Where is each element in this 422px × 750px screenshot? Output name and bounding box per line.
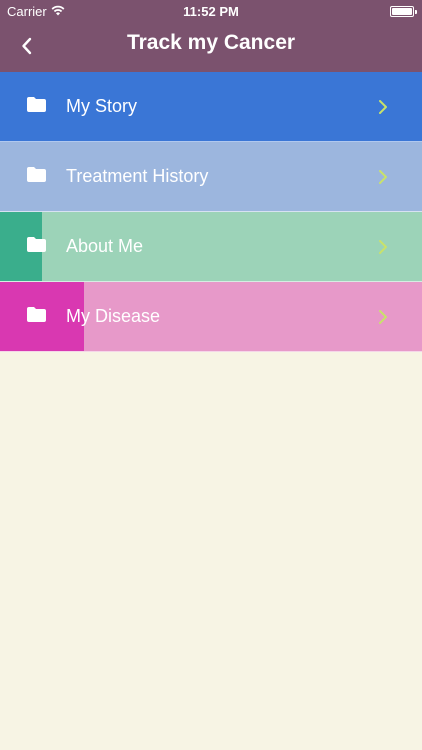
status-time: 11:52 PM <box>183 4 239 19</box>
menu-item-label: Treatment History <box>66 166 209 186</box>
menu-item-label: My Disease <box>66 306 161 326</box>
row-accent-bar <box>0 142 422 211</box>
chevron-right-icon <box>379 310 387 324</box>
folder-icon <box>27 97 46 112</box>
folder-icon <box>27 237 46 252</box>
battery-icon <box>390 6 417 17</box>
menu-item-label: My Story <box>66 96 138 116</box>
chevron-right-icon <box>379 240 387 254</box>
menu-item-my-disease[interactable]: My Disease <box>0 282 422 352</box>
navigation-bar: Carrier 11:52 PM Track my Cancer <box>0 0 422 72</box>
menu-list: My Story Treatment History About Me My D… <box>0 72 422 352</box>
menu-item-label: About Me <box>66 236 144 256</box>
status-bar: Carrier 11:52 PM <box>0 0 422 22</box>
menu-item-my-story[interactable]: My Story <box>0 72 422 142</box>
chevron-right-icon <box>379 100 387 114</box>
menu-item-treatment-history[interactable]: Treatment History <box>0 142 422 212</box>
menu-item-about-me[interactable]: About Me <box>0 212 422 282</box>
folder-icon <box>27 167 46 182</box>
folder-icon <box>27 307 46 322</box>
page-title: Track my Cancer <box>126 31 296 54</box>
chevron-right-icon <box>379 170 387 184</box>
row-accent-bar <box>0 72 422 141</box>
